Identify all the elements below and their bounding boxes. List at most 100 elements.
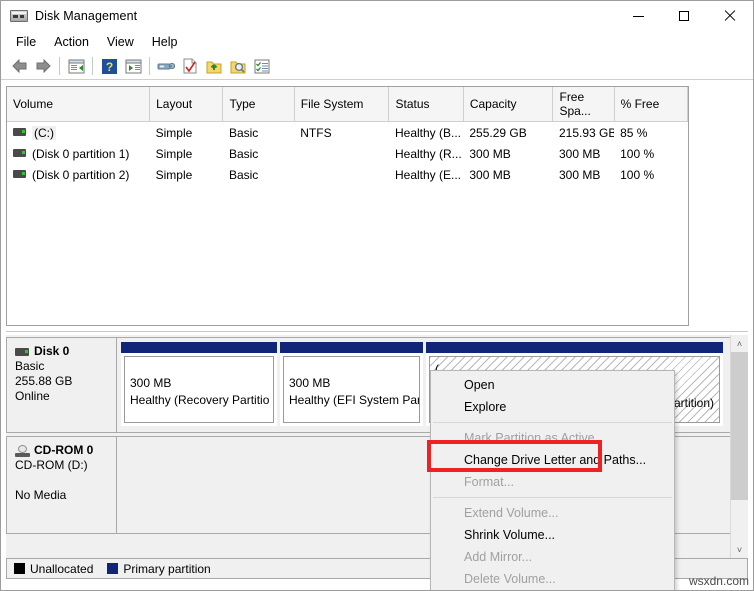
title-bar: Disk Management (1, 1, 753, 31)
close-icon (724, 10, 736, 22)
help-icon[interactable]: ? (97, 55, 121, 77)
close-button[interactable] (707, 1, 753, 31)
disk0-name-row: Disk 0 (15, 344, 108, 359)
column-header-layout[interactable]: Layout (149, 87, 224, 122)
watermark: wsxdn.com (688, 574, 749, 588)
volume-table: Volume Layout Type File System Status Ca… (7, 87, 688, 185)
menu-file[interactable]: File (7, 33, 45, 51)
partition-recovery-size: 300 MB (130, 376, 172, 390)
volume-drive-icon (13, 127, 26, 136)
cell-volume: (Disk 0 partition 2) (7, 164, 150, 185)
scroll-up-arrow-icon[interactable]: ˄ (731, 335, 748, 352)
table-row[interactable]: (C:) Simple Basic NTFS Healthy (B... 255… (7, 122, 688, 144)
window-controls (615, 1, 753, 31)
cell-volume: (Disk 0 partition 1) (7, 143, 150, 164)
table-row[interactable]: (Disk 0 partition 2) Simple Basic Health… (7, 164, 688, 185)
cell-status: Healthy (E... (394, 167, 462, 182)
export-list-icon[interactable] (202, 55, 226, 77)
minimize-icon (632, 15, 644, 17)
cell-percent-free: 85 % (620, 125, 648, 140)
search-icon[interactable] (226, 55, 250, 77)
properties-icon[interactable] (178, 55, 202, 77)
graphical-view-scrollbar[interactable]: ˄ ˅ (730, 335, 748, 558)
context-menu[interactable]: Open Explore Mark Partition as Active Ch… (430, 370, 675, 590)
disk-management-icon (10, 8, 28, 24)
context-menu-item-add-mirror: Add Mirror... (464, 550, 533, 564)
column-header-percent-free[interactable]: % Free (614, 87, 688, 122)
cell-status: Healthy (B... (394, 125, 462, 140)
disk0-info[interactable]: Disk 0 Basic 255.88 GB Online (7, 338, 117, 432)
cell-capacity: 255.29 GB (469, 125, 527, 140)
disk-management-window: Disk Management File Action View Help ? (0, 0, 754, 591)
context-menu-item-delete-volume: Delete Volume... (464, 572, 556, 586)
minimize-button[interactable] (615, 1, 661, 31)
cell-file-system (294, 164, 389, 185)
context-menu-separator (433, 497, 672, 498)
legend-item-unallocated: Unallocated (14, 562, 93, 576)
partition-recovery[interactable]: 300 MB Healthy (Recovery Partitio (121, 342, 277, 426)
scroll-down-arrow-icon[interactable]: ˅ (731, 541, 748, 558)
disk0-name: Disk 0 (34, 344, 70, 358)
toolbar-separator (59, 57, 60, 75)
partition-efi[interactable]: 300 MB Healthy (EFI System Partit (280, 342, 423, 426)
legend-label-primary: Primary partition (123, 561, 211, 576)
context-menu-item-explore[interactable]: Explore (431, 396, 674, 418)
context-menu-separator (433, 422, 672, 423)
menu-view[interactable]: View (98, 33, 143, 51)
disk0-type: Basic (15, 359, 45, 373)
show-hide-console-tree-icon[interactable] (121, 55, 145, 77)
up-one-level-icon[interactable] (64, 55, 88, 77)
column-header-capacity[interactable]: Capacity (463, 87, 554, 122)
volume-drive-icon (13, 169, 26, 178)
context-menu-item-mark-partition-active: Mark Partition as Active (464, 431, 595, 445)
toolbar-separator (149, 57, 150, 75)
volume-table-header-row: Volume Layout Type File System Status Ca… (7, 87, 688, 122)
show-action-pane-icon[interactable] (250, 55, 274, 77)
context-menu-item-open[interactable]: Open (431, 374, 674, 396)
cell-percent-free: 100 % (620, 146, 655, 161)
back-icon[interactable] (7, 55, 31, 77)
volume-list[interactable]: Volume Layout Type File System Status Ca… (6, 86, 689, 326)
legend-swatch-unallocated (14, 563, 25, 574)
cdrom0-status: No Media (15, 488, 67, 502)
context-menu-item-extend-volume: Extend Volume... (464, 506, 559, 520)
cell-free-space: 300 MB (558, 167, 601, 182)
context-menu-item-change-drive-letter[interactable]: Change Drive Letter and Paths... (431, 449, 674, 471)
volume-drive-icon (13, 148, 26, 157)
column-header-volume[interactable]: Volume (7, 87, 151, 122)
menu-help[interactable]: Help (143, 33, 187, 51)
svg-text:?: ? (105, 60, 112, 74)
cell-file-system: NTFS (300, 125, 332, 140)
cell-capacity: 300 MB (469, 146, 511, 161)
column-header-file-system[interactable]: File System (294, 87, 390, 122)
context-menu-item-shrink-volume[interactable]: Shrink Volume... (431, 524, 674, 546)
cdrom0-info[interactable]: CD-ROM 0 CD-ROM (D:) No Media (7, 437, 117, 533)
column-header-type[interactable]: Type (222, 87, 295, 122)
cell-layout: Simple (155, 146, 193, 161)
column-header-status[interactable]: Status (388, 87, 464, 122)
cell-free-space: 300 MB (558, 146, 601, 161)
forward-icon[interactable] (31, 55, 55, 77)
scrollbar-thumb[interactable] (731, 352, 748, 500)
window-title: Disk Management (35, 9, 138, 23)
cell-file-system (294, 143, 389, 164)
partition-efi-bar (280, 342, 423, 353)
pane-splitter[interactable] (6, 331, 748, 332)
cell-volume: (C:) (7, 122, 150, 144)
partition-c-bar (426, 342, 723, 353)
menu-action[interactable]: Action (45, 33, 98, 51)
cell-percent-free: 100 % (620, 167, 655, 182)
menu-bar: File Action View Help (1, 31, 753, 53)
toolbar-separator (92, 57, 93, 75)
maximize-button[interactable] (661, 1, 707, 31)
maximize-icon (679, 11, 689, 21)
cell-capacity: 300 MB (469, 167, 511, 182)
cell-status: Healthy (R... (394, 146, 462, 161)
table-row[interactable]: (Disk 0 partition 1) Simple Basic Health… (7, 143, 688, 164)
cdrom0-spacer (15, 473, 108, 488)
legend-item-primary: Primary partition (107, 561, 211, 576)
column-header-free-space[interactable]: Free Spa... (552, 87, 615, 122)
cell-layout: Simple (155, 125, 193, 140)
rescan-disks-icon[interactable] (154, 55, 178, 77)
partition-efi-size: 300 MB (289, 376, 331, 390)
